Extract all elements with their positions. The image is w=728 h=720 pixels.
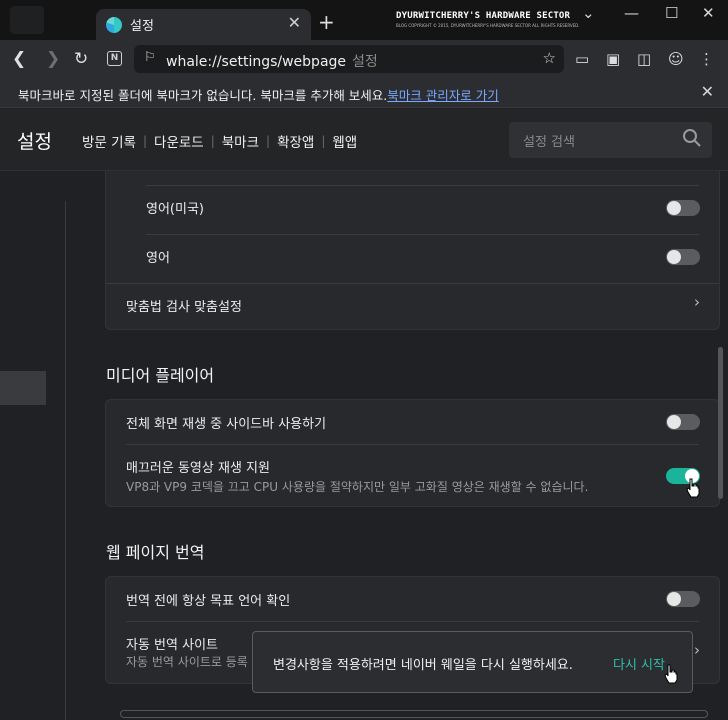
nav-webapps[interactable]: 웹앱: [332, 131, 357, 151]
chevron-right-icon[interactable]: ›: [694, 293, 700, 311]
divider: [126, 444, 699, 445]
nav-bookmarks[interactable]: 북마크: [222, 131, 259, 151]
menu-icon[interactable]: ⋮: [699, 49, 714, 69]
toggle-fullscreen-sidebar[interactable]: [666, 414, 700, 430]
nav-extensions[interactable]: 확장앱: [277, 131, 314, 151]
horizontal-scrollbar[interactable]: [120, 710, 708, 718]
toggle-english-us[interactable]: [666, 200, 700, 216]
close-window-button[interactable]: ✕: [702, 4, 715, 22]
address-bar[interactable]: ⚐ whale://settings/webpage 설정 ☆: [134, 45, 564, 73]
spellcheck-card: 영어(미국) 영어 맞춤법 검사 맞춤설정 ›: [105, 171, 720, 330]
forward-icon[interactable]: ❯: [46, 49, 60, 69]
sidebar-video-icon[interactable]: ▭: [575, 49, 589, 69]
naver-icon[interactable]: N: [107, 51, 122, 66]
watermark-title: DYURWITCHERRY'S HARDWARE SECTOR: [396, 11, 571, 21]
search-placeholder: 설정 검색: [523, 135, 575, 150]
bookmark-manager-link[interactable]: 북마크 관리자로 가기: [387, 88, 498, 103]
section-title-media: 미디어 플레이어: [106, 366, 215, 385]
sidebar-item-active[interactable]: [0, 371, 46, 405]
nav-separator: |: [142, 134, 148, 148]
browser-window: 설정 ✕ + DYURWITCHERRY'S HARDWARE SECTOR B…: [0, 0, 728, 720]
whale-page-icon: ⚐: [144, 50, 156, 65]
divider: [106, 283, 719, 284]
whale-icon: [106, 17, 122, 33]
confirm-language-label: 번역 전에 항상 목표 언어 확인: [126, 594, 291, 609]
restart-toast: 변경사항을 적용하려면 네이버 웨일을 다시 실행하세요. 다시 시작: [252, 631, 693, 693]
capture-icon[interactable]: ▣: [606, 49, 620, 69]
profile-logo[interactable]: [10, 6, 44, 34]
watermark-subtitle: BLOG COPYRIGHT © 2015, DYURWITCHERRY'S H…: [396, 23, 580, 28]
bookmark-bar-message: 북마크바로 지정된 폴더에 북마크가 없습니다. 북마크를 추가해 보세요.북마…: [18, 88, 499, 103]
divider: [126, 621, 699, 622]
nav-separator: |: [321, 134, 326, 148]
nav-downloads[interactable]: 다운로드: [154, 131, 204, 151]
settings-header: 설정 방문 기록 | 다운로드 | 북마크 | 확장앱 | 웹앱 설정 검색: [0, 109, 728, 171]
settings-search-input[interactable]: 설정 검색: [509, 122, 712, 158]
toggle-english[interactable]: [666, 249, 700, 265]
toast-message: 변경사항을 적용하려면 네이버 웨일을 다시 실행하세요.: [273, 658, 573, 673]
auto-translate-label: 자동 번역 사이트: [126, 638, 218, 653]
tab-list-dropdown-icon[interactable]: ⌄: [582, 4, 595, 22]
chevron-right-icon[interactable]: ›: [694, 641, 700, 659]
close-icon[interactable]: ✕: [701, 82, 714, 101]
tab-settings[interactable]: 설정 ✕: [96, 9, 311, 40]
smooth-playback-label: 매끄러운 동영상 재생 지원: [126, 461, 270, 476]
tab-close-icon[interactable]: ✕: [288, 13, 301, 32]
vertical-scrollbar[interactable]: [718, 347, 723, 499]
nav-history[interactable]: 방문 기록: [82, 131, 136, 151]
settings-nav: 방문 기록 | 다운로드 | 북마크 | 확장앱 | 웹앱: [82, 131, 357, 151]
toolbar: ❮ ❯ ↻ N ⚐ whale://settings/webpage 설정 ☆ ▭…: [0, 40, 728, 78]
profile-icon[interactable]: ☺: [668, 49, 684, 69]
back-icon[interactable]: ❮: [12, 49, 26, 69]
split-view-icon[interactable]: ◫: [637, 49, 651, 69]
maximize-button[interactable]: ☐: [665, 4, 678, 22]
watermark: DYURWITCHERRY'S HARDWARE SECTOR BLOG COP…: [396, 11, 580, 28]
language-label: 영어: [146, 251, 170, 266]
section-title-translation: 웹 페이지 번역: [106, 543, 205, 562]
new-tab-button[interactable]: +: [318, 10, 335, 34]
sidebar-divider: [65, 201, 66, 720]
divider: [146, 185, 699, 186]
minimize-button[interactable]: —: [624, 4, 639, 22]
tab-strip: 설정 ✕ + DYURWITCHERRY'S HARDWARE SECTOR B…: [0, 0, 728, 40]
hand-cursor-icon: [664, 664, 678, 684]
divider: [146, 234, 699, 235]
nav-separator: |: [210, 134, 215, 148]
fullscreen-sidebar-label: 전체 화면 재생 중 사이드바 사용하기: [126, 417, 327, 432]
search-icon[interactable]: [682, 128, 702, 148]
hand-cursor-icon: [686, 478, 700, 498]
spellcheck-custom-label: 맞춤법 검사 맞춤설정: [126, 300, 242, 315]
restart-button[interactable]: 다시 시작: [613, 654, 665, 673]
language-label: 영어(미국): [146, 202, 204, 217]
page-title: 설정: [17, 131, 52, 153]
auto-translate-description: 자동 번역 사이트로 등록: [126, 655, 248, 669]
nav-separator: |: [266, 134, 271, 148]
bookmark-bar: 북마크바로 지정된 폴더에 북마크가 없습니다. 북마크를 추가해 보세요.북마…: [0, 78, 728, 108]
address-url: whale://settings/webpage 설정: [166, 54, 378, 70]
tab-title: 설정: [130, 19, 154, 34]
smooth-playback-description: VP8과 VP9 코덱을 끄고 CPU 사용량을 절약하지만 일부 고화질 영상…: [126, 480, 589, 494]
media-player-card: 전체 화면 재생 중 사이드바 사용하기 매끄러운 동영상 재생 지원 VP8과…: [105, 399, 720, 507]
bookmark-star-icon[interactable]: ☆: [543, 49, 556, 67]
toggle-confirm-language[interactable]: [666, 591, 700, 607]
reload-icon[interactable]: ↻: [74, 49, 88, 69]
